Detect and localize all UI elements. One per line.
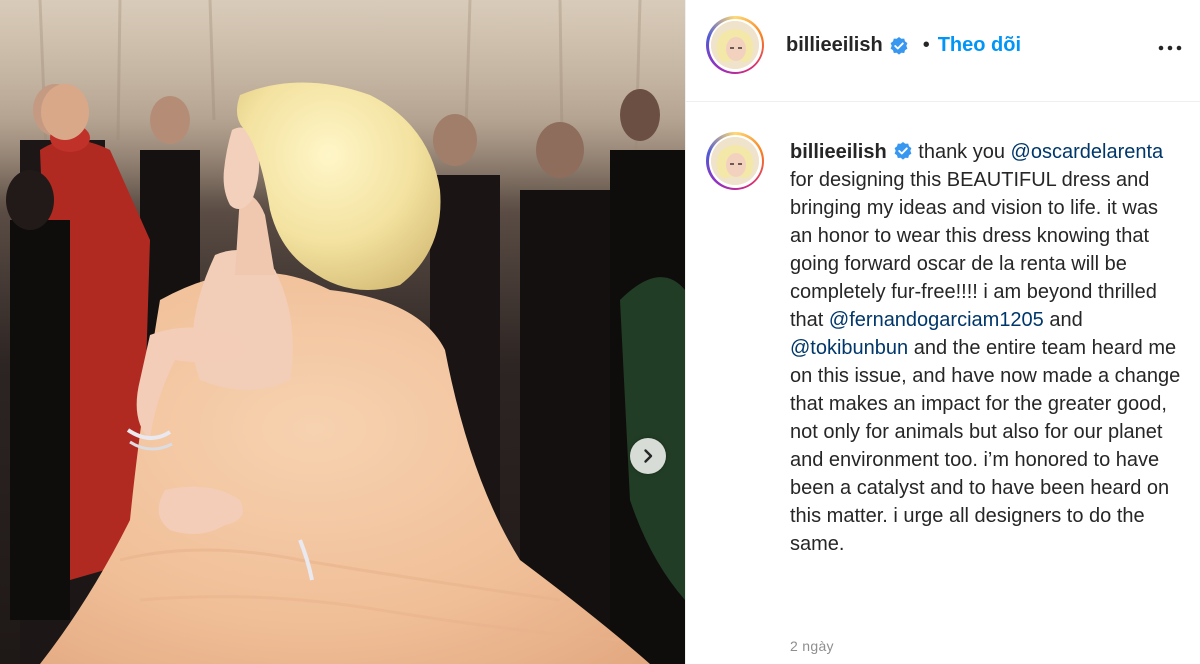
verified-badge-icon (894, 142, 912, 160)
mention-link-oscardelarenta[interactable]: @oscardelarenta (1011, 141, 1164, 163)
post-timestamp[interactable]: 2 ngày (790, 638, 834, 654)
header-username[interactable]: billieeilish (786, 34, 883, 57)
avatar-image (711, 137, 759, 185)
photo-illustration (0, 0, 685, 664)
header-separator: • (922, 34, 930, 56)
header-user-row: billieeilish • Theo dõi (786, 34, 1021, 57)
avatar-image (711, 21, 759, 69)
next-photo-button[interactable] (630, 438, 666, 474)
post-panel: billieeilish • Theo dõi billieeilish tha… (685, 0, 1200, 664)
post-header: billieeilish • Theo dõi (686, 0, 1200, 102)
verified-badge-icon (890, 36, 908, 55)
avatar[interactable] (706, 16, 764, 74)
caption-username[interactable]: billieeilish (790, 141, 887, 163)
chevron-right-icon (644, 449, 653, 463)
caption-text-segment: and the entire team heard me on this iss… (790, 337, 1181, 555)
caption-text-segment: and (1043, 309, 1083, 331)
mention-link-fernandogarciam1205[interactable]: @fernandogarciam1205 (829, 309, 1044, 331)
caption-text: billieeilish thank you @oscardelarenta f… (790, 138, 1185, 558)
more-options-button[interactable] (1154, 32, 1186, 64)
caption-avatar[interactable] (706, 132, 764, 190)
caption-text-segment: for designing this BEAUTIFUL dress and b… (790, 169, 1158, 331)
more-options-icon (1158, 45, 1182, 51)
post-photo[interactable] (0, 0, 685, 664)
mention-link-tokibunbun[interactable]: @tokibunbun (790, 337, 908, 359)
caption-text-segment: thank you (912, 141, 1011, 163)
follow-button[interactable]: Theo dõi (938, 34, 1021, 57)
